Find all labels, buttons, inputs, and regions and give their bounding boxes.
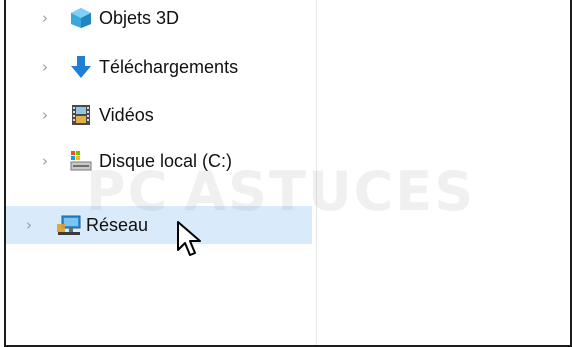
videos-icon	[70, 104, 92, 126]
local-disk-icon	[70, 150, 92, 172]
tree-item-objets-3d[interactable]: › Objets 3D	[6, 3, 312, 33]
expand-chevron-icon[interactable]: ›	[36, 152, 54, 170]
tree-item-videos[interactable]: › Vidéos	[6, 100, 312, 130]
expand-chevron-icon[interactable]: ›	[20, 216, 38, 234]
tree-item-disque-local[interactable]: › Disque local (C:)	[6, 146, 312, 176]
tree-item-reseau[interactable]: › Réseau	[6, 206, 312, 244]
mouse-cursor-icon	[176, 220, 204, 258]
downloads-icon	[70, 55, 92, 78]
tree-item-label: Réseau	[86, 215, 149, 235]
tree-item-label: Objets 3D	[99, 8, 180, 28]
tree-item-label: Vidéos	[99, 105, 154, 125]
pane-divider[interactable]	[316, 0, 317, 345]
tree-item-label: Disque local (C:)	[99, 151, 233, 171]
network-icon	[56, 214, 81, 236]
expand-chevron-icon[interactable]: ›	[36, 58, 54, 76]
expand-chevron-icon[interactable]: ›	[36, 9, 54, 27]
expand-chevron-icon[interactable]: ›	[36, 106, 54, 124]
tree-item-label: Téléchargements	[99, 57, 239, 77]
explorer-navigation-pane: › Objets 3D › Téléchargements › Vidéos ›…	[4, 0, 572, 347]
objects-3d-icon	[70, 7, 92, 29]
tree-item-telechargements[interactable]: › Téléchargements	[6, 52, 312, 82]
